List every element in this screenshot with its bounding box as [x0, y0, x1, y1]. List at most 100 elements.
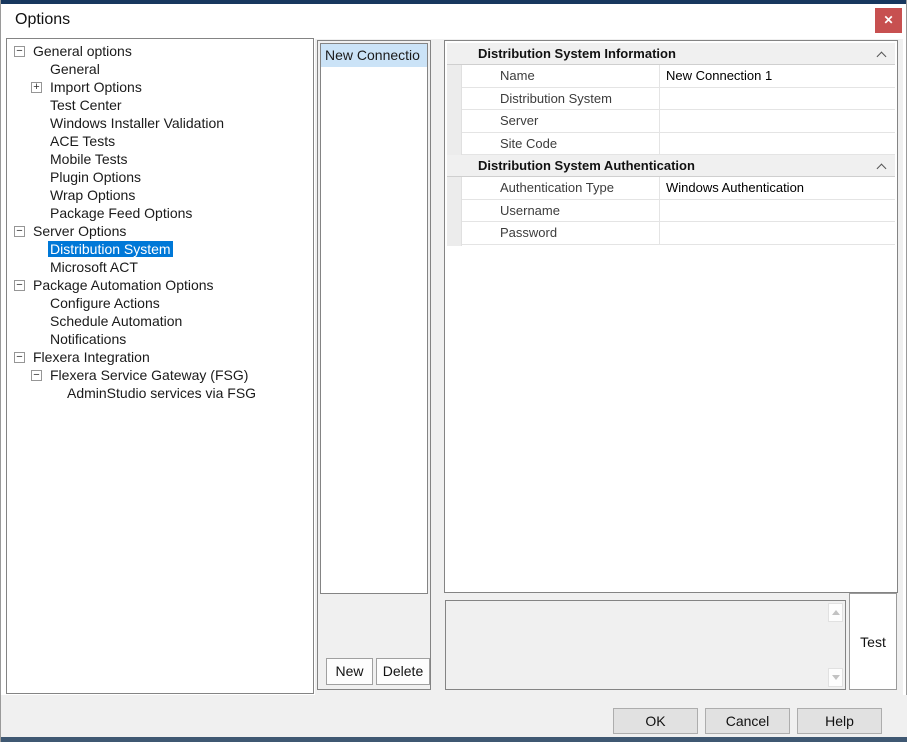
section-title: Distribution System Information — [478, 46, 676, 61]
delete-button[interactable]: Delete — [376, 658, 430, 685]
property-value-server[interactable] — [659, 110, 895, 132]
tree-collapse-icon[interactable]: − — [14, 46, 25, 57]
tree-item-package-automation-options[interactable]: −Package Automation Options — [7, 276, 313, 294]
property-label: Name — [462, 65, 659, 87]
close-button[interactable]: ✕ — [875, 8, 902, 33]
vertical-scrollbar[interactable] — [826, 601, 845, 689]
tree-expand-icon[interactable]: + — [31, 82, 42, 93]
tree-item-mobile-tests[interactable]: Mobile Tests — [7, 150, 313, 168]
connections-list: New Connectio — [320, 43, 428, 594]
tree-item-distribution-system[interactable]: Distribution System — [7, 240, 313, 258]
test-output-panel — [445, 600, 846, 690]
ok-button[interactable]: OK — [613, 708, 698, 734]
property-row-password: Password — [462, 222, 895, 245]
options-tree: −General options General +Import Options… — [6, 38, 314, 694]
property-value-authentication-type[interactable]: Windows Authentication — [659, 177, 895, 199]
property-grid: Distribution System Information Name New… — [447, 43, 895, 245]
new-button[interactable]: New — [326, 658, 373, 685]
section-title: Distribution System Authentication — [478, 158, 695, 173]
tree-item-label: Import Options — [48, 79, 144, 95]
tree-item-test-center[interactable]: Test Center — [7, 96, 313, 114]
property-label: Username — [462, 200, 659, 222]
tree-item-general-options[interactable]: −General options — [7, 42, 313, 60]
property-row-authentication-type: Authentication Type Windows Authenticati… — [462, 177, 895, 200]
tree-item-wrap-options[interactable]: Wrap Options — [7, 186, 313, 204]
tree-item-import-options[interactable]: + Import Options — [7, 78, 313, 96]
tree-item-ace-tests[interactable]: ACE Tests — [7, 132, 313, 150]
connections-panel: New Connectio New Delete — [317, 40, 431, 690]
options-dialog: Options ✕ −General options General +Impo… — [0, 0, 907, 742]
property-label: Distribution System — [462, 88, 659, 110]
tree-item-label: Test Center — [48, 97, 124, 113]
cancel-button[interactable]: Cancel — [705, 708, 790, 734]
property-row-server: Server — [462, 110, 895, 133]
title-bar: Options — [1, 4, 906, 38]
property-label: Password — [462, 222, 659, 244]
tree-item-label: Package Automation Options — [31, 277, 216, 293]
tree-item-label-selected: Distribution System — [48, 241, 173, 257]
tree-item-adminstudio-services-via-fsg[interactable]: AdminStudio services via FSG — [7, 384, 313, 402]
section-header-distribution-system-authentication[interactable]: Distribution System Authentication — [447, 155, 895, 177]
arrow-up-icon — [832, 610, 840, 615]
tree-item-label: Server Options — [31, 223, 128, 239]
tree-item-windows-installer-validation[interactable]: Windows Installer Validation — [7, 114, 313, 132]
scroll-down-button[interactable] — [828, 668, 843, 687]
tree-item-label: General — [48, 61, 102, 77]
tree-item-package-feed-options[interactable]: Package Feed Options — [7, 204, 313, 222]
property-grid-gutter — [447, 43, 462, 246]
section-header-distribution-system-information[interactable]: Distribution System Information — [447, 43, 895, 65]
tree-item-label: General options — [31, 43, 134, 59]
tree-item-flexera-integration[interactable]: −Flexera Integration — [7, 348, 313, 366]
tree-item-label: Mobile Tests — [48, 151, 130, 167]
tree-collapse-icon[interactable]: − — [14, 352, 25, 363]
tree-item-notifications[interactable]: Notifications — [7, 330, 313, 348]
tree-item-flexera-service-gateway[interactable]: −Flexera Service Gateway (FSG) — [7, 366, 313, 384]
tree-item-label: Flexera Service Gateway (FSG) — [48, 367, 250, 383]
property-value-password[interactable] — [659, 222, 895, 244]
collapse-chevron-icon[interactable] — [878, 163, 886, 171]
property-row-username: Username — [462, 200, 895, 223]
tree-item-label: Microsoft ACT — [48, 259, 140, 275]
tree-item-label: Wrap Options — [48, 187, 137, 203]
test-output-text — [448, 603, 824, 687]
tree-item-label: AdminStudio services via FSG — [65, 385, 258, 401]
scroll-up-button[interactable] — [828, 603, 843, 622]
help-button[interactable]: Help — [797, 708, 882, 734]
property-value-name[interactable]: New Connection 1 — [659, 65, 895, 87]
property-label: Server — [462, 110, 659, 132]
tree-item-label: Plugin Options — [48, 169, 143, 185]
test-button-label: Test — [860, 634, 886, 650]
property-grid-panel: Distribution System Information Name New… — [444, 40, 898, 593]
property-row-name: Name New Connection 1 — [462, 65, 895, 88]
tree-item-label: Schedule Automation — [48, 313, 184, 329]
collapse-chevron-icon[interactable] — [878, 51, 886, 59]
tree-collapse-icon[interactable]: − — [31, 370, 42, 381]
tree-item-label: Configure Actions — [48, 295, 162, 311]
property-value-username[interactable] — [659, 200, 895, 222]
tree-item-label: Windows Installer Validation — [48, 115, 226, 131]
tree-item-plugin-options[interactable]: Plugin Options — [7, 168, 313, 186]
connection-list-item[interactable]: New Connectio — [321, 44, 427, 67]
property-value-distribution-system[interactable] — [659, 88, 895, 110]
test-button[interactable]: Test — [849, 593, 897, 690]
tree-collapse-icon[interactable]: − — [14, 280, 25, 291]
tree-item-server-options[interactable]: −Server Options — [7, 222, 313, 240]
tree-item-configure-actions[interactable]: Configure Actions — [7, 294, 313, 312]
property-row-site-code: Site Code — [462, 133, 895, 156]
window-bottom-edge — [1, 737, 907, 742]
tree-item-microsoft-act[interactable]: Microsoft ACT — [7, 258, 313, 276]
property-label: Site Code — [462, 133, 659, 155]
tree-item-label: Flexera Integration — [31, 349, 152, 365]
tree-item-general[interactable]: General — [7, 60, 313, 78]
tree-collapse-icon[interactable]: − — [14, 226, 25, 237]
property-label: Authentication Type — [462, 177, 659, 199]
window-title: Options — [15, 4, 70, 36]
arrow-down-icon — [832, 675, 840, 680]
close-icon: ✕ — [883, 13, 893, 27]
property-row-distribution-system: Distribution System — [462, 88, 895, 111]
property-value-site-code[interactable] — [659, 133, 895, 155]
tree-item-schedule-automation[interactable]: Schedule Automation — [7, 312, 313, 330]
tree-item-label: Notifications — [48, 331, 128, 347]
tree-item-label: ACE Tests — [48, 133, 117, 149]
tree-item-label: Package Feed Options — [48, 205, 194, 221]
